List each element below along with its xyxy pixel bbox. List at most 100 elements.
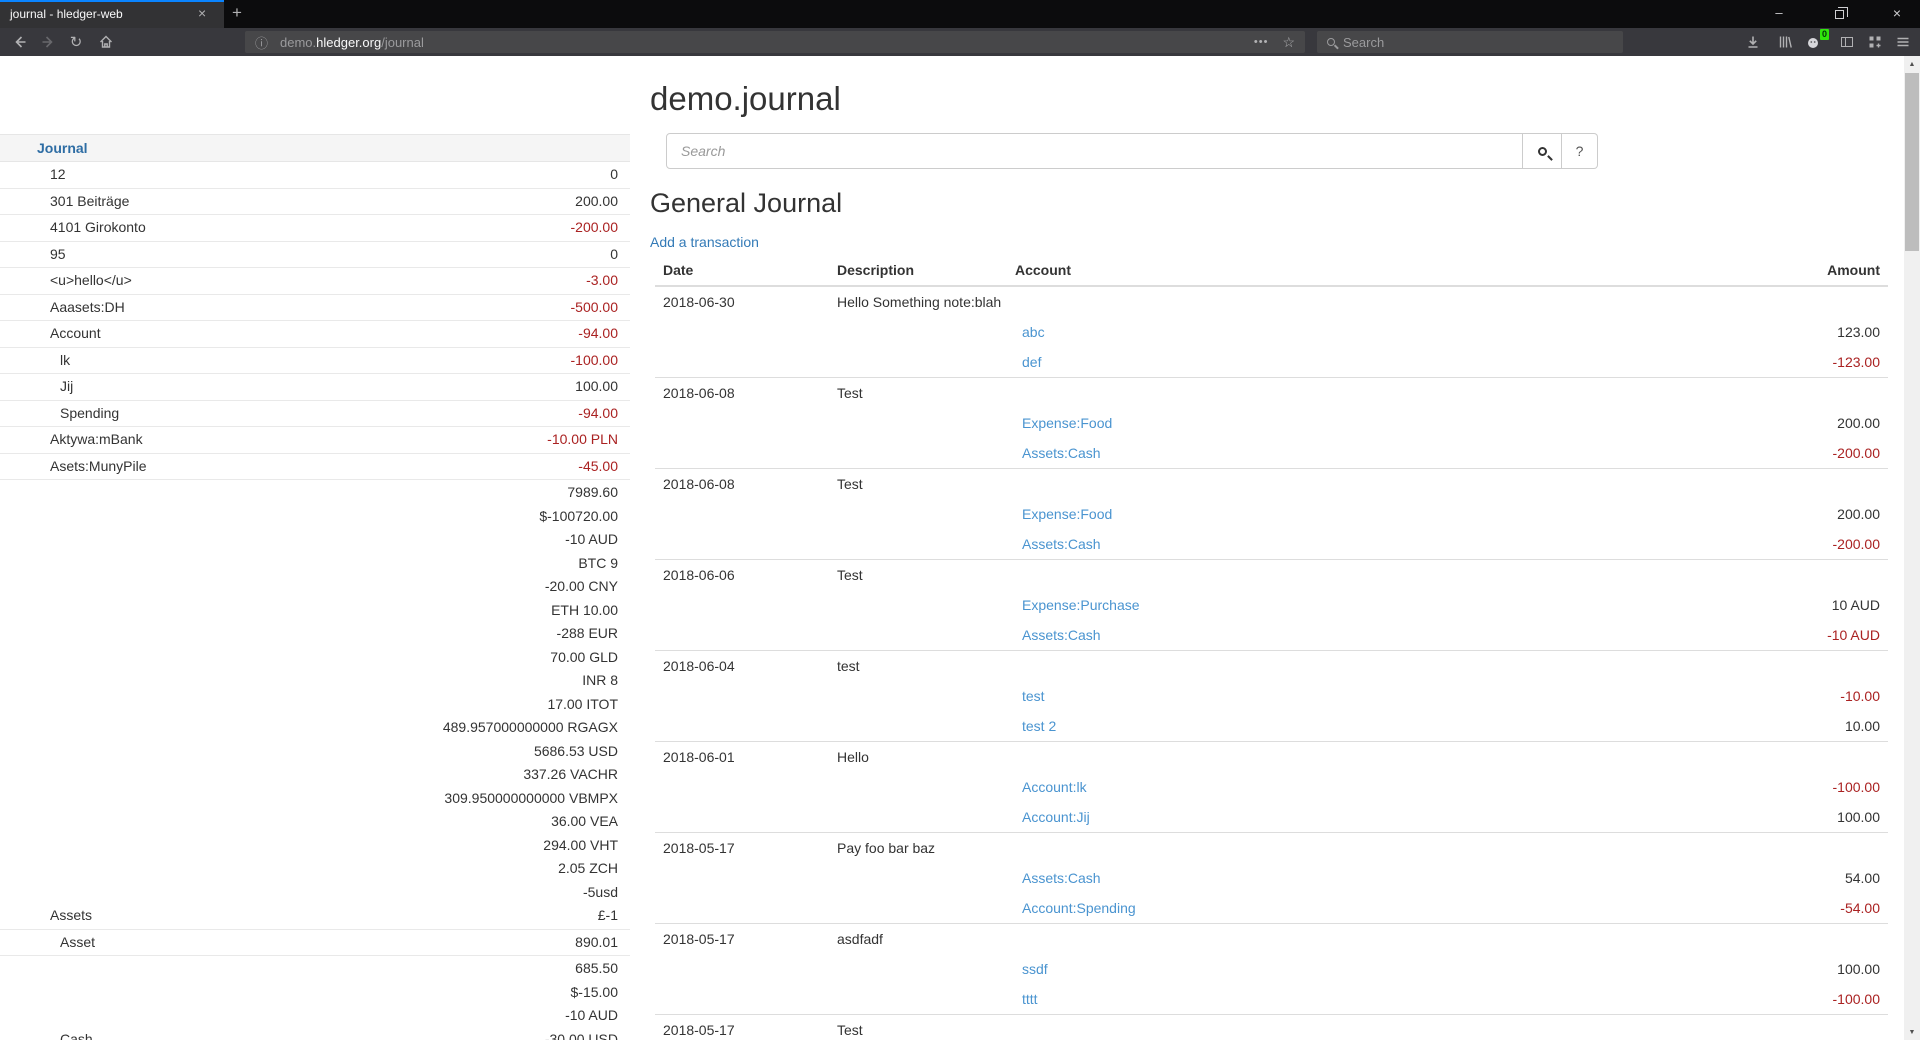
url-bar[interactable]: ⓘ demo.hledger.org/journal ••• ☆ [245, 31, 1305, 53]
journal-search-button[interactable] [1523, 133, 1562, 169]
posting-account-link[interactable]: def [1015, 354, 1041, 370]
sidebar-account-row: lk-100.00 [0, 348, 630, 375]
transaction-block: 2018-05-17Pay foo bar bazAssets:Cash54.0… [655, 833, 1888, 924]
transaction-account-spacer [1015, 565, 1750, 585]
sidebar-account-link[interactable]: Assets [0, 904, 92, 928]
sidebar-account-link[interactable]: Asset [0, 931, 95, 955]
sidebar-amount: -200.00 [571, 216, 618, 240]
library-icon [1777, 34, 1793, 50]
transaction-block: 2018-05-17asdfadfssdf100.00tttt-100.00 [655, 924, 1888, 1015]
browser-search-box[interactable]: Search [1317, 31, 1623, 53]
library-button[interactable] [1772, 31, 1798, 53]
sidebar-account-row: Account-94.00 [0, 321, 630, 348]
add-transaction-link[interactable]: Add a transaction [650, 234, 759, 250]
sidebar-account-link[interactable]: <u>hello</u> [0, 269, 132, 293]
sidebar-account-link[interactable]: Account [0, 322, 101, 346]
posting-account-link[interactable]: Account:Spending [1015, 900, 1136, 916]
sidebar-account-link[interactable]: Cash [0, 1028, 93, 1040]
sidebar-toggle-button[interactable] [1834, 31, 1860, 53]
new-tab-button[interactable]: + [232, 3, 242, 23]
window-restore-button[interactable] [1816, 0, 1862, 28]
sidebar-account-link[interactable]: Aaasets:DH [0, 296, 125, 320]
posting-desc-spacer [837, 352, 1015, 372]
transaction-row: 2018-06-30Hello Something note:blah [655, 287, 1888, 317]
journal-search-form: ? [666, 133, 1598, 169]
posting-account-link[interactable]: tttt [1015, 991, 1038, 1007]
sidebar-account-link[interactable]: lk [0, 349, 70, 373]
menu-button[interactable] [1890, 31, 1916, 53]
posting-account-link[interactable]: Expense:Purchase [1015, 597, 1140, 613]
posting-account-link[interactable]: Assets:Cash [1015, 445, 1101, 461]
posting-account-link[interactable]: test 2 [1015, 718, 1056, 734]
posting-account-link[interactable]: abc [1015, 324, 1045, 340]
sidebar-account-link[interactable]: 12 [0, 163, 66, 187]
page-actions-icon[interactable]: ••• [1254, 36, 1269, 48]
bookmark-star-icon[interactable]: ☆ [1282, 34, 1295, 51]
sidebar-account-link[interactable]: 95 [0, 243, 66, 267]
journal-search-input[interactable] [666, 133, 1523, 169]
posting-row: Expense:Food200.00 [655, 499, 1888, 529]
posting-desc-spacer [837, 413, 1015, 433]
transaction-amount-spacer [1750, 292, 1880, 312]
scrollbar-thumb[interactable] [1905, 73, 1919, 251]
browser-tab[interactable]: journal - hledger-web × [0, 0, 224, 28]
sidebar-account-link[interactable]: Aktywa:mBank [0, 428, 143, 452]
home-button[interactable] [94, 31, 118, 53]
transaction-account-spacer [1015, 292, 1750, 312]
apps-grid-button[interactable] [1862, 31, 1888, 53]
sidebar-account-link[interactable]: 4101 Girokonto [0, 216, 146, 240]
posting-row: def-123.00 [655, 347, 1888, 377]
extension-button[interactable]: 0 [1800, 31, 1826, 53]
journal-link[interactable]: Journal [37, 140, 88, 156]
posting-desc-spacer [837, 595, 1015, 615]
transaction-date: 2018-06-08 [663, 383, 837, 403]
sidebar-account-link[interactable]: 301 Beiträge [0, 190, 129, 214]
posting-account-link[interactable]: Account:lk [1015, 779, 1087, 795]
scroll-down-arrow[interactable]: ▼ [1904, 1024, 1920, 1040]
transaction-description: Test [837, 474, 1015, 494]
posting-account-link[interactable]: Assets:Cash [1015, 870, 1101, 886]
journal-table-header: Date Description Account Amount [655, 257, 1888, 287]
sidebar-account-link[interactable]: Spending [0, 402, 119, 426]
transaction-block: 2018-06-30Hello Something note:blahabc12… [655, 287, 1888, 378]
sidebar-account-link[interactable]: Jij [0, 375, 73, 399]
posting-account-link[interactable]: Expense:Food [1015, 506, 1112, 522]
sidebar-account-row: Aaasets:DH-500.00 [0, 295, 630, 322]
sidebar-account-link[interactable]: Asets:MunyPile [0, 455, 146, 479]
transaction-amount-spacer [1750, 656, 1880, 676]
posting-desc-spacer [837, 959, 1015, 979]
reload-button[interactable]: ↻ [64, 31, 88, 53]
transaction-row: 2018-06-04test [655, 651, 1888, 681]
posting-account-link[interactable]: ssdf [1015, 961, 1048, 977]
posting-account-link[interactable]: Assets:Cash [1015, 536, 1101, 552]
transaction-date: 2018-05-17 [663, 838, 837, 858]
sidebar-amount: 7989.60 [443, 481, 618, 505]
search-help-button[interactable]: ? [1562, 133, 1598, 169]
posting-date-spacer [663, 959, 837, 979]
window-minimize-button[interactable]: – [1756, 0, 1802, 28]
posting-account-link[interactable]: Assets:Cash [1015, 627, 1101, 643]
transaction-description: Hello Something note:blah [837, 292, 1015, 312]
sidebar-amount: 309.950000000000 VBMPX [443, 787, 618, 811]
posting-account-link[interactable]: test [1015, 688, 1045, 704]
url-text: demo.hledger.org/journal [280, 35, 424, 50]
sidebar-amount: 0 [610, 163, 618, 187]
transaction-row: 2018-06-08Test [655, 378, 1888, 408]
transaction-amount-spacer [1750, 838, 1880, 858]
transaction-date: 2018-06-06 [663, 565, 837, 585]
page-scrollbar[interactable]: ▲ ▼ [1904, 56, 1920, 1040]
tab-close-icon[interactable]: × [198, 5, 206, 21]
posting-amount: 200.00 [1750, 413, 1880, 433]
posting-account-link[interactable]: Account:Jij [1015, 809, 1090, 825]
forward-button[interactable] [36, 31, 60, 53]
posting-account-cell: Account:Jij [1015, 807, 1750, 827]
sidebar-account-row: 4101 Girokonto -200.00 [0, 215, 630, 242]
back-button[interactable] [8, 31, 32, 53]
posting-account-link[interactable]: Expense:Food [1015, 415, 1112, 431]
downloads-button[interactable] [1740, 31, 1766, 53]
site-info-icon[interactable]: ⓘ [255, 33, 268, 52]
sidebar-account-list: 120301 Beiträge200.004101 Girokonto-200.… [0, 162, 630, 1040]
window-close-button[interactable]: × [1874, 0, 1920, 28]
scroll-up-arrow[interactable]: ▲ [1904, 56, 1920, 72]
transaction-amount-spacer [1750, 474, 1880, 494]
